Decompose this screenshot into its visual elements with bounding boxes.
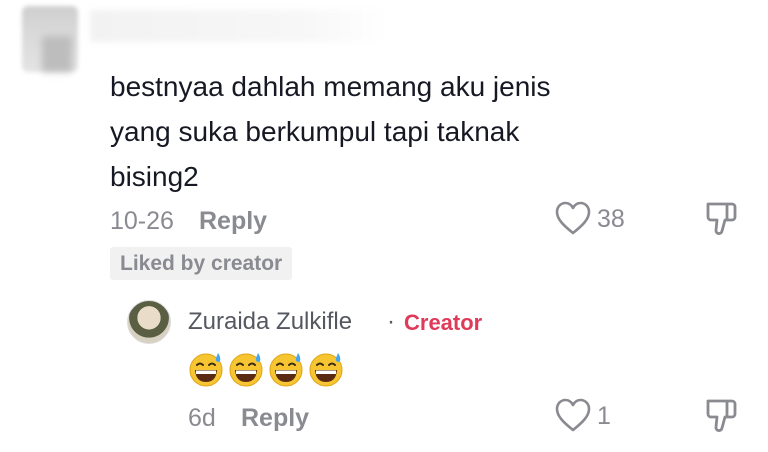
comment-dislike-button[interactable] [704,200,738,236]
heart-icon [555,398,591,432]
grinning-sweat-emoji [229,353,263,387]
reply-like-button[interactable] [554,397,592,433]
reply-avatar[interactable] [127,300,171,344]
reply-text [188,351,344,387]
thumbs-down-icon [706,202,737,235]
comment-line: bising2 [110,161,199,192]
comment-line: yang suka berkumpul tapi taknak [110,116,520,147]
comment-like-count: 38 [597,205,625,233]
heart-icon [555,201,591,235]
creator-label: Creator [404,310,483,335]
comment-text: bestnyaa dahlah memang aku jenis yang su… [110,64,630,199]
separator-dot: · [387,308,395,335]
comment-date: 10-26 [110,207,174,235]
reply-like-count: 1 [597,402,611,430]
reply-author-name[interactable]: Zuraida Zulkifle [188,308,352,336]
thumbs-down-icon [706,399,737,432]
reply-date: 6d [188,404,216,432]
grinning-sweat-emoji [269,353,303,387]
reply-dislike-button[interactable] [704,397,738,433]
reply-reply-button[interactable]: Reply [241,404,309,433]
grinning-sweat-emoji [309,353,343,387]
comment-reply-button[interactable]: Reply [199,207,267,236]
grinning-sweat-emoji [189,353,223,387]
liked-by-creator-badge: Liked by creator [110,247,293,280]
blurred-avatar [22,6,78,72]
blurred-username [90,10,390,42]
comment-line: bestnyaa dahlah memang aku jenis [110,71,551,102]
comment-like-button[interactable] [554,200,592,236]
